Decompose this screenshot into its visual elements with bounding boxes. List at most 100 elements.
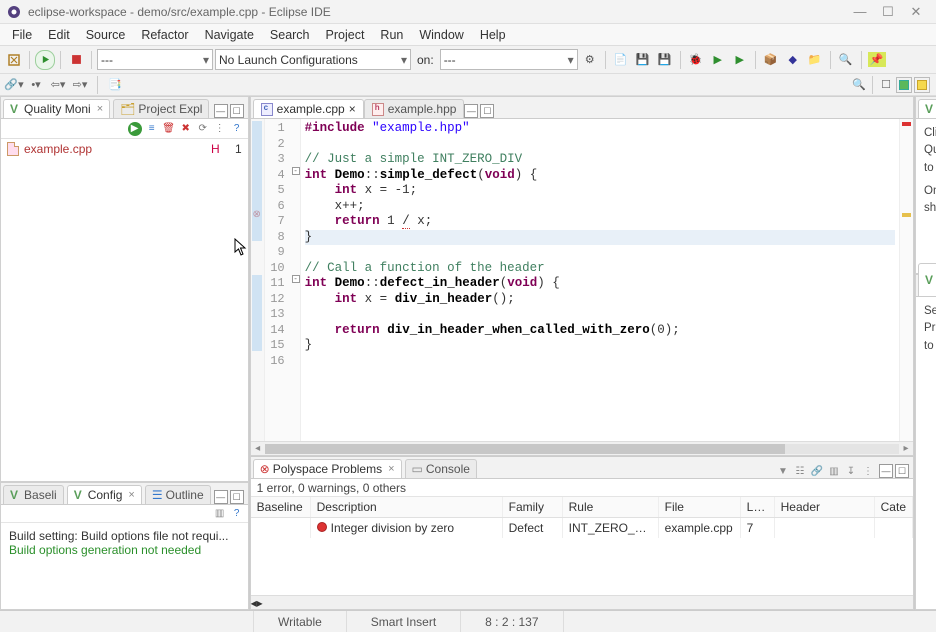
editor-minimize-button[interactable]: —: [464, 104, 478, 118]
quick-access-button[interactable]: 🔍: [851, 77, 867, 93]
col-description[interactable]: Description: [311, 497, 503, 517]
col-category[interactable]: Cate: [875, 497, 913, 517]
debug-button[interactable]: 🐞: [686, 50, 706, 70]
scroll-right-button[interactable]: ▸: [257, 596, 263, 610]
search-toolbar-button[interactable]: 🔍: [836, 50, 856, 70]
coverage-button[interactable]: ▶: [730, 50, 750, 70]
tab-console[interactable]: ▭ Console: [405, 459, 477, 478]
tab-quality-monitoring[interactable]: V Quality Moni ×: [3, 99, 110, 118]
link-button[interactable]: 🔗: [810, 464, 824, 478]
col-header[interactable]: Header: [775, 497, 875, 517]
overview-error-mark[interactable]: [902, 122, 911, 126]
save-button[interactable]: 💾: [633, 50, 653, 70]
menu-refactor[interactable]: Refactor: [133, 26, 196, 44]
menu-edit[interactable]: Edit: [40, 26, 78, 44]
editor-tab-example-cpp[interactable]: example.cpp ×: [253, 99, 364, 118]
close-icon[interactable]: ×: [388, 463, 394, 475]
overview-ruler[interactable]: [899, 119, 913, 441]
link-icon[interactable]: 🔗▾: [6, 77, 22, 93]
close-icon[interactable]: ×: [97, 103, 103, 115]
problems-hscrollbar[interactable]: ◂ ▸: [251, 595, 913, 609]
editor-hscrollbar[interactable]: ◂ ▸: [251, 441, 913, 455]
scroll-track[interactable]: [265, 444, 899, 454]
tab-project-explorer[interactable]: 🗂 Project Expl: [113, 99, 209, 118]
qm-menu-button[interactable]: ⋮: [213, 122, 227, 136]
view-maximize-button[interactable]: ☐: [230, 490, 244, 504]
col-rule[interactable]: Rule: [563, 497, 659, 517]
menu-project[interactable]: Project: [318, 26, 373, 44]
launch-target-select[interactable]: ---▾: [440, 49, 578, 70]
overview-warn-mark[interactable]: [902, 213, 911, 217]
menu-button[interactable]: ⋮: [861, 464, 875, 478]
view-minimize-button[interactable]: —: [214, 104, 228, 118]
menu-navigate[interactable]: Navigate: [197, 26, 262, 44]
run-last-button[interactable]: ▶: [708, 50, 728, 70]
tab-baseline[interactable]: V Baseli: [3, 485, 64, 504]
col-file[interactable]: File: [659, 497, 741, 517]
launch-config-select-2[interactable]: No Launch Configurations▾: [215, 49, 411, 70]
close-icon[interactable]: ×: [349, 102, 356, 116]
perspective-2-button[interactable]: [914, 77, 930, 93]
code-text-area[interactable]: #include "example.hpp" // Just a simple …: [301, 119, 899, 441]
view-minimize-button[interactable]: —: [214, 490, 228, 504]
nav-forward-button[interactable]: ⇨▾: [72, 77, 88, 93]
view-minimize-button[interactable]: —: [879, 464, 893, 478]
menu-source[interactable]: Source: [78, 26, 134, 44]
close-icon[interactable]: ×: [128, 489, 134, 501]
view-maximize-button[interactable]: ☐: [230, 104, 244, 118]
scroll-right-button[interactable]: ▸: [899, 443, 913, 454]
save-all-button[interactable]: 💾: [655, 50, 675, 70]
editor-tab-example-hpp[interactable]: example.hpp: [364, 99, 465, 118]
col-family[interactable]: Family: [503, 497, 563, 517]
cfg-edit-button[interactable]: ▥: [213, 507, 227, 521]
view-maximize-button[interactable]: ☐: [895, 464, 909, 478]
tab-headers[interactable]: V Headers ×: [918, 99, 936, 118]
menu-file[interactable]: File: [4, 26, 40, 44]
menu-search[interactable]: Search: [262, 26, 318, 44]
qm-flat-button[interactable]: ≡: [145, 122, 159, 136]
editor-maximize-button[interactable]: ☐: [480, 104, 494, 118]
window-minimize-button[interactable]: —: [846, 2, 874, 22]
filter-button[interactable]: ▼: [776, 464, 790, 478]
qm-help-button[interactable]: ?: [230, 122, 244, 136]
tab-outline[interactable]: ☰ Outline: [145, 485, 211, 504]
code-editor[interactable]: ⊗ 1 2 3 4 5 6 7 8 9 10 11 12 13 14 15 16…: [251, 119, 913, 441]
menu-window[interactable]: Window: [411, 26, 471, 44]
col-line[interactable]: Line: [741, 497, 775, 517]
new-folder-button[interactable]: 📁: [805, 50, 825, 70]
scroll-thumb[interactable]: [265, 444, 785, 454]
new-button[interactable]: 📄: [611, 50, 631, 70]
group-button[interactable]: ☷: [793, 464, 807, 478]
qm-refresh-button[interactable]: ⟳: [196, 122, 210, 136]
window-close-button[interactable]: ✕: [902, 2, 930, 22]
open-perspective-button[interactable]: ☐: [878, 77, 894, 93]
nav-back-button[interactable]: ⇦▾: [50, 77, 66, 93]
fold-toggle[interactable]: -: [292, 275, 300, 283]
export-button[interactable]: ↧: [844, 464, 858, 478]
perspective-1-button[interactable]: [896, 77, 912, 93]
qm-stop-button[interactable]: ✖: [179, 122, 193, 136]
cfg-help-button[interactable]: ?: [230, 507, 244, 521]
qm-file-row[interactable]: example.cpp H 1: [1, 139, 248, 159]
launch-target-settings-button[interactable]: ⚙: [580, 50, 600, 70]
bullet-icon[interactable]: •▾: [28, 77, 44, 93]
tab-polyspace-problems[interactable]: ⊗ Polyspace Problems ×: [253, 459, 402, 478]
window-maximize-button[interactable]: ☐: [874, 2, 902, 22]
col-baseline[interactable]: Baseline: [251, 497, 311, 517]
open-type-button[interactable]: 📑: [107, 77, 123, 93]
new-class-button[interactable]: ◆: [783, 50, 803, 70]
stop-button[interactable]: [66, 50, 86, 70]
run-button[interactable]: [35, 50, 55, 70]
scroll-left-button[interactable]: ◂: [251, 443, 265, 454]
problem-row[interactable]: Integer division by zero Defect INT_ZERO…: [251, 518, 913, 538]
tab-result-details[interactable]: V Result Details ×: [918, 263, 936, 296]
menu-run[interactable]: Run: [372, 26, 411, 44]
columns-button[interactable]: ▥: [827, 464, 841, 478]
fold-toggle[interactable]: -: [292, 167, 300, 175]
qm-run-button[interactable]: ▶: [128, 122, 142, 136]
menu-help[interactable]: Help: [472, 26, 514, 44]
qm-delete-button[interactable]: 🗑: [162, 122, 176, 136]
pin-button[interactable]: 📌: [867, 50, 887, 70]
new-cpp-button[interactable]: 📦: [761, 50, 781, 70]
build-button[interactable]: [4, 50, 24, 70]
